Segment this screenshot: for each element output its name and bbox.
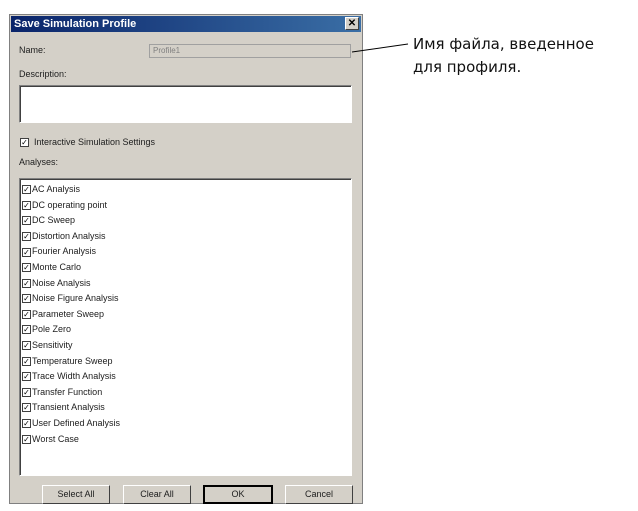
annotation-line-2: для профиля. <box>413 58 522 76</box>
annotation-callout: Имя файла, введенное для профиля. <box>413 33 594 79</box>
annotation-line-1: Имя файла, введенное <box>413 35 594 53</box>
